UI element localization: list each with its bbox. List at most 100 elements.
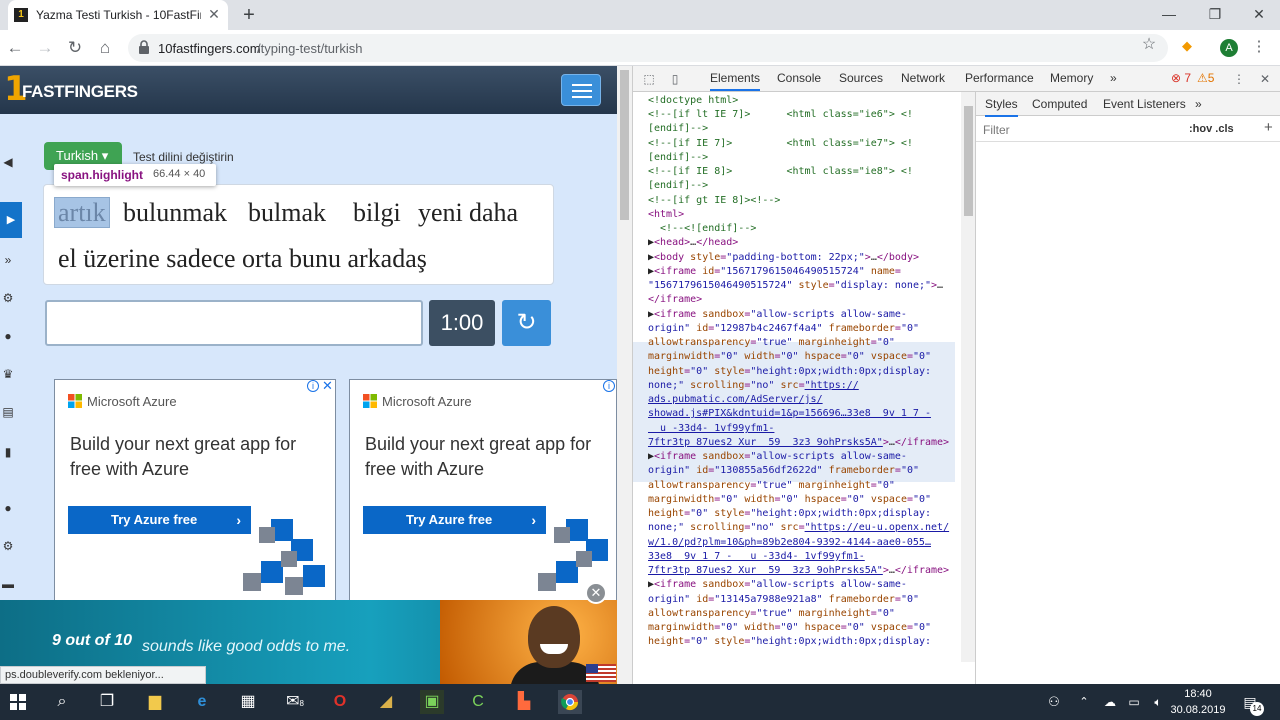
dom-line[interactable]: <!--[if gt IE 8]><!--> (648, 194, 780, 208)
address-bar[interactable]: 10fastfingers.com /typing-test/turkish (128, 34, 1168, 62)
tab-sources[interactable]: Sources (839, 71, 883, 85)
mail-icon[interactable]: ✉8 (283, 690, 307, 714)
volume-icon[interactable]: 🔈︎ (1146, 690, 1170, 714)
extension-icon[interactable]: ◆ (1178, 38, 1196, 56)
dom-line[interactable]: [endif]--> (648, 122, 708, 136)
device-toolbar-icon[interactable]: ▯ (667, 71, 683, 87)
dom-line[interactable]: height="0" style="height:0px;width:0px;d… (648, 635, 931, 649)
battery-icon[interactable]: ▭ (1122, 690, 1146, 714)
dom-line[interactable]: "1567179615046490515724" style="display:… (648, 279, 943, 293)
typing-input[interactable] (45, 300, 423, 346)
try-azure-button[interactable]: Try Azure free › (363, 506, 546, 534)
browser-menu-icon[interactable]: ⋮ (1250, 38, 1268, 56)
store-icon[interactable]: ▦ (236, 690, 260, 714)
dom-line[interactable]: ▶<iframe id="1567179615046490515724" nam… (648, 265, 901, 279)
dom-line[interactable]: <html> (648, 208, 684, 222)
settings-icon[interactable]: ⚙ (0, 538, 16, 554)
dom-line[interactable]: ▶<iframe sandbox="allow-scripts allow-sa… (648, 450, 907, 464)
azure-ad-2[interactable]: Microsoft Azure Build your next great ap… (349, 379, 617, 604)
gears-icon[interactable]: ⚙ (0, 290, 16, 306)
search-icon[interactable]: ⌕ (50, 690, 74, 714)
hov-toggle[interactable]: :hov .cls (1189, 123, 1234, 135)
dom-line[interactable]: <!--<![endif]--> (648, 222, 756, 236)
dom-line[interactable]: ▶<iframe sandbox="allow-scripts allow-sa… (648, 578, 907, 592)
home-icon[interactable]: ⌂ (93, 36, 117, 60)
dom-line[interactable]: marginwidth="0" width="0" hspace="0" vsp… (648, 350, 931, 364)
more-panes-icon[interactable]: » (1195, 97, 1202, 111)
dom-line[interactable]: none;" scrolling="no" src="https:// (648, 379, 859, 393)
new-tab-button[interactable]: + (238, 4, 260, 26)
tab-styles[interactable]: Styles (985, 97, 1018, 117)
dom-line[interactable]: height="0" style="height:0px;width:0px;d… (648, 507, 931, 521)
tray-chevron-icon[interactable]: ⌃ (1072, 690, 1096, 714)
clock-date[interactable]: 30.08.2019 (1168, 704, 1228, 716)
dom-line[interactable]: w/1.0/pd?plm=10&ph=89b2e804-9392-4144-aa… (648, 536, 931, 550)
browser-tab-active[interactable]: 1 Yazma Testi Turkish - 10FastFinge ✕ (8, 0, 228, 30)
restore-icon[interactable]: ❐ (1203, 4, 1227, 24)
close-devtools-icon[interactable]: ✕ (1257, 71, 1273, 87)
dom-line[interactable]: allowtransparency="true" marginheight="0… (648, 479, 895, 493)
dom-line[interactable]: allowtransparency="true" marginheight="0… (648, 336, 895, 350)
fast-forward-icon[interactable]: » (0, 252, 16, 268)
dom-line[interactable]: ads.pubmatic.com/AdServer/js/ (648, 393, 823, 407)
file-explorer-icon[interactable]: ▆ (143, 690, 167, 714)
onedrive-icon[interactable]: ☁ (1098, 690, 1122, 714)
dom-line[interactable]: ▶<iframe sandbox="allow-scripts allow-sa… (648, 308, 907, 322)
tab-network[interactable]: Network (901, 71, 945, 85)
forward-icon[interactable]: → (33, 36, 57, 60)
users-icon[interactable]: ● (0, 328, 16, 344)
windows-start-icon[interactable] (10, 694, 26, 710)
error-count[interactable]: ⊗ 7 (1171, 71, 1191, 85)
restart-button[interactable]: ↻ (502, 300, 551, 346)
dom-line[interactable]: 7ftr3tp 87ues2 Xur 59 3z3 9ohPrsks5A">…<… (648, 436, 949, 450)
app-icon[interactable]: ◢ (374, 690, 398, 714)
close-window-icon[interactable]: ✕ (1247, 4, 1271, 24)
dom-line[interactable]: [endif]--> (648, 151, 708, 165)
dom-tree-scrollbar-thumb[interactable] (964, 106, 973, 216)
minimize-icon[interactable]: — (1157, 4, 1181, 24)
profile-avatar[interactable]: A (1220, 39, 1238, 57)
user-icon[interactable]: ● (0, 500, 16, 516)
styles-filter-input[interactable]: Filter (983, 123, 1010, 137)
trophy-icon[interactable]: ♛ (0, 366, 16, 382)
dom-line[interactable]: <!doctype html> (648, 94, 738, 108)
pycharm-icon[interactable]: ▣ (420, 690, 444, 714)
ad-info-icon[interactable]: i (603, 380, 615, 392)
play-icon[interactable]: ▶ (0, 202, 22, 238)
page-scrollbar-thumb[interactable] (620, 70, 629, 220)
ad-info-icon[interactable]: i (307, 380, 319, 392)
camtasia-icon[interactable]: C (466, 690, 490, 714)
edge-browser-icon[interactable]: e (190, 690, 214, 714)
dom-line[interactable]: <!--[if IE 7]> <html class="ie7"> <! (648, 137, 913, 151)
tab-elements[interactable]: Elements (710, 71, 761, 91)
dom-line[interactable]: 33e8 9v 1 7 - u -33d4- 1vf99yfm1- (648, 550, 865, 564)
dom-tree-scrollbar[interactable] (961, 92, 975, 662)
chat-icon[interactable]: ▬ (0, 576, 16, 592)
back-icon[interactable]: ← (3, 36, 27, 60)
dom-line[interactable]: ▶<body style="padding-bottom: 22px;">…</… (648, 251, 919, 265)
dom-line[interactable]: </iframe> (648, 293, 702, 307)
opera-icon[interactable]: O (328, 690, 352, 714)
dom-line[interactable]: [endif]--> (648, 179, 708, 193)
bookmark-star-icon[interactable]: ☆ (1140, 36, 1158, 54)
site-logo[interactable]: FASTFINGERS (22, 82, 138, 104)
tab-event-listeners[interactable]: Event Listeners (1103, 97, 1186, 111)
azure-ad-1[interactable]: Microsoft Azure Build your next great ap… (54, 379, 336, 604)
dom-line[interactable]: origin" id="13145a7988e921a8" frameborde… (648, 593, 919, 607)
dom-line[interactable]: height="0" style="height:0px;width:0px;d… (648, 365, 931, 379)
reload-icon[interactable]: ↻ (63, 36, 87, 60)
dom-line[interactable]: 7ftr3tp 87ues2 Xur 59 3z3 9ohPrsks5A">…<… (648, 564, 949, 578)
dom-line[interactable]: marginwidth="0" width="0" hspace="0" vsp… (648, 493, 931, 507)
banner-close-icon[interactable]: ✕ (585, 582, 607, 604)
dom-line[interactable]: marginwidth="0" width="0" hspace="0" vsp… (648, 621, 931, 635)
hamburger-menu-button[interactable] (561, 74, 601, 106)
document-icon[interactable]: ▤ (0, 404, 16, 420)
dom-line[interactable]: u -33d4- 1vf99yfm1- (648, 422, 774, 436)
clock-time[interactable]: 18:40 (1176, 688, 1220, 700)
bar-chart-icon[interactable]: ▮ (0, 444, 16, 460)
ad-close-icon[interactable]: ✕ (322, 378, 333, 394)
new-style-rule-button[interactable]: + (1264, 119, 1273, 136)
recorder-icon[interactable]: ▙ (512, 690, 536, 714)
warning-count[interactable]: ⚠5 (1197, 71, 1214, 85)
devtools-menu-icon[interactable]: ⋮ (1231, 71, 1247, 87)
